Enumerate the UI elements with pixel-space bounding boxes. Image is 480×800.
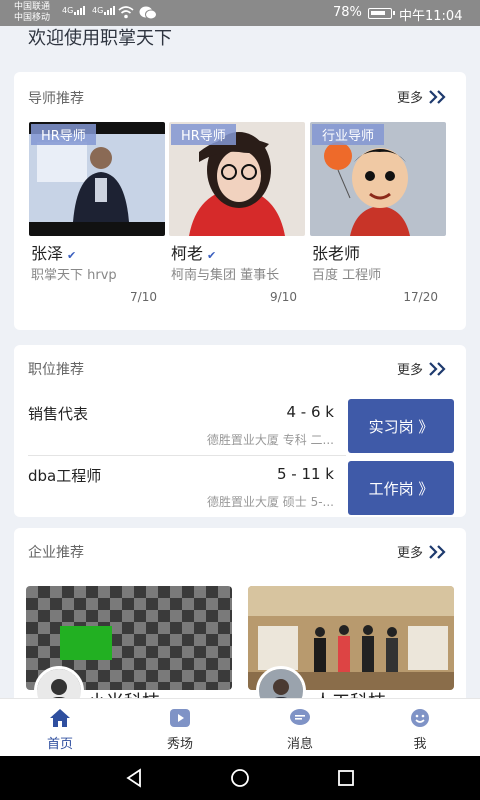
message-icon — [290, 709, 310, 725]
section-title-companies: 企业推荐 — [28, 545, 84, 561]
section-title-jobs: 职位推荐 — [28, 362, 84, 378]
wechat-icon — [139, 6, 157, 20]
mentor-name: 柯老 ✔ — [171, 240, 216, 264]
carrier-info: 中国联通 中国移动 — [14, 2, 50, 24]
nav-show[interactable]: 秀场 — [120, 699, 240, 757]
more-label: 更多 — [396, 546, 423, 561]
job-salary: 4 - 6 k — [286, 403, 335, 421]
mentor-org: 柯南与集团 董事长 — [171, 268, 280, 283]
companies-more-button[interactable]: 更多 — [397, 542, 448, 561]
clock: 中午11:04 — [399, 9, 463, 24]
more-label: 更多 — [396, 363, 423, 378]
company-recommend-card: 企业推荐 更多 小米科技 — [14, 528, 466, 708]
mentor-org: 百度 工程师 — [312, 268, 382, 283]
welcome-title: 欢迎使用职掌天下 — [28, 28, 172, 49]
mentor-name-text: 柯老 — [171, 244, 204, 263]
verified-check-icon: ✔ — [207, 249, 217, 262]
nav-label: 我 — [413, 737, 427, 752]
fulltime-button[interactable]: 工作岗 》 — [348, 461, 454, 515]
back-icon[interactable] — [124, 768, 144, 788]
mentor-org: 职掌天下 hrvp — [31, 268, 117, 283]
network-type-1: 4G — [62, 6, 74, 15]
job-meta: 德胜置业大厦 硕士 5-... — [206, 495, 334, 509]
mentor-photo: 行业导师 — [310, 122, 446, 236]
bottom-nav: 首页 秀场 消息 我 — [0, 698, 480, 756]
mentor-name: 张老师 — [312, 244, 361, 263]
nav-label: 秀场 — [166, 737, 193, 752]
mentor-name: 张泽 ✔ — [31, 240, 76, 264]
status-bar: 中国联通 中国移动 4G 4G 78% 中午11:04 — [0, 0, 480, 26]
carrier-1: 中国联通 — [14, 2, 51, 12]
divider — [28, 455, 346, 456]
mentor-recommend-card: 导师推荐 更多 HR导师 张泽 ✔ 职掌天下 hrvp 7/10 HR导师 柯老… — [14, 72, 466, 330]
job-row-1[interactable]: 销售代表 4 - 6 k 德胜置业大厦 专科 二... 实习岗 》 — [14, 399, 466, 457]
system-nav-bar — [0, 756, 480, 800]
mentor-card-2[interactable]: HR导师 柯老 ✔ 柯南与集团 董事长 9/10 — [169, 122, 305, 312]
mentor-photo: HR导师 — [29, 122, 165, 236]
mentor-name-text: 张泽 — [31, 244, 64, 263]
jobs-more-button[interactable]: 更多 — [397, 359, 448, 378]
job-row-2[interactable]: dba工程师 5 - 11 k 德胜置业大厦 硕士 5-... 工作岗 》 — [14, 461, 466, 519]
mentors-more-button[interactable]: 更多 — [397, 87, 448, 106]
job-title: 销售代表 — [28, 405, 89, 423]
mentor-tag: HR导师 — [31, 124, 96, 145]
network-type-2: 4G — [92, 6, 104, 15]
nav-label: 消息 — [286, 737, 313, 752]
home-circle-icon[interactable] — [230, 768, 250, 788]
double-chevron-right-icon — [429, 544, 446, 559]
mentor-slot-count: 9/10 — [270, 290, 297, 304]
carrier-2: 中国移动 — [14, 13, 51, 23]
job-title: dba工程师 — [28, 467, 102, 485]
smile-icon — [411, 709, 429, 727]
job-salary: 5 - 11 k — [276, 465, 334, 483]
verified-check-icon: ✔ — [67, 249, 77, 262]
signal-1-icon: 4G — [62, 6, 86, 15]
battery-percent: 78% — [333, 5, 362, 20]
double-chevron-right-icon — [429, 361, 446, 376]
company-logo-placeholder — [60, 626, 112, 660]
job-recommend-card: 职位推荐 更多 销售代表 4 - 6 k 德胜置业大厦 专科 二... 实习岗 … — [14, 345, 466, 517]
job-meta: 德胜置业大厦 专科 二... — [206, 433, 334, 447]
nav-home[interactable]: 首页 — [0, 699, 120, 757]
mentor-card-3[interactable]: 行业导师 张老师 百度 工程师 17/20 — [310, 122, 446, 312]
mentor-photo: HR导师 — [169, 122, 305, 236]
nav-label: 首页 — [46, 737, 73, 752]
internship-button[interactable]: 实习岗 》 — [348, 399, 454, 453]
battery-icon — [368, 8, 395, 19]
more-label: 更多 — [396, 91, 423, 106]
mentor-slot-count: 7/10 — [130, 290, 157, 304]
mentor-tag: 行业导师 — [312, 124, 385, 145]
nav-me[interactable]: 我 — [360, 699, 480, 757]
signal-2-icon: 4G — [92, 6, 116, 15]
wifi-icon — [118, 6, 134, 19]
mentor-card-1[interactable]: HR导师 张泽 ✔ 职掌天下 hrvp 7/10 — [29, 122, 165, 312]
play-icon — [170, 709, 190, 727]
double-chevron-right-icon — [429, 89, 446, 104]
section-title-mentors: 导师推荐 — [28, 91, 84, 107]
home-icon — [50, 709, 70, 727]
mentor-tag: HR导师 — [171, 124, 236, 145]
mentor-slot-count: 17/20 — [403, 290, 438, 304]
recent-apps-icon[interactable] — [337, 769, 355, 787]
nav-messages[interactable]: 消息 — [240, 699, 360, 757]
